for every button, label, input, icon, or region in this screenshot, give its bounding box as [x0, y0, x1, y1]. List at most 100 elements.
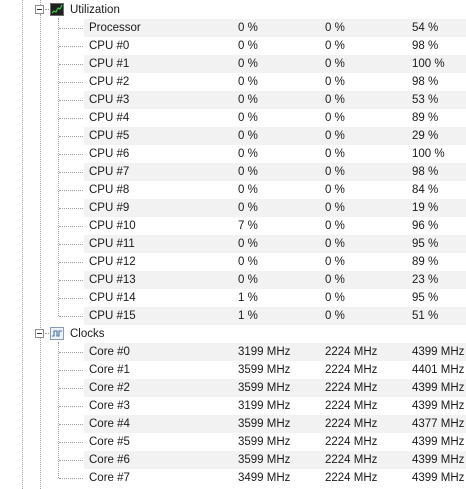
current-value: 3599 MHz [238, 364, 291, 376]
utilization-row[interactable]: CPU #14 1 % 0 % 95 % [0, 289, 466, 307]
utilization-row[interactable]: CPU #7 0 % 0 % 98 % [0, 163, 466, 181]
tree-connector [59, 352, 83, 353]
tree-connector [59, 46, 83, 47]
group-label-utilization: Utilization [70, 4, 120, 16]
current-value: 3599 MHz [238, 436, 291, 448]
utilization-row[interactable]: Processor 0 % 0 % 54 % [0, 19, 466, 37]
current-value: 0 % [238, 148, 258, 160]
sensor-name: CPU #5 [89, 130, 130, 142]
utilization-row[interactable]: CPU #12 0 % 0 % 89 % [0, 253, 466, 271]
min-value: 0 % [325, 148, 345, 160]
current-value: 0 % [238, 238, 258, 250]
row-background [84, 109, 466, 127]
sensor-name: CPU #14 [89, 292, 136, 304]
group-label-clocks: Clocks [70, 328, 105, 340]
sensor-name: Core #6 [89, 454, 130, 466]
clock-row[interactable]: Core #2 3599 MHz 2224 MHz 4399 MHz [0, 379, 466, 397]
min-value: 0 % [325, 184, 345, 196]
current-value: 3499 MHz [238, 472, 291, 484]
row-background [84, 181, 466, 199]
current-value: 3599 MHz [238, 382, 291, 394]
utilization-row[interactable]: CPU #2 0 % 0 % 98 % [0, 73, 466, 91]
max-value: 89 % [412, 256, 439, 268]
tree-connector [59, 262, 83, 263]
max-value: 100 % [412, 148, 445, 160]
min-value: 2224 MHz [325, 346, 378, 358]
collapse-toggle-utilization[interactable] [35, 5, 44, 14]
utilization-row[interactable]: CPU #9 0 % 0 % 19 % [0, 199, 466, 217]
min-value: 0 % [325, 166, 345, 178]
max-value: 4399 MHz [412, 436, 465, 448]
utilization-row[interactable]: CPU #13 0 % 0 % 23 % [0, 271, 466, 289]
min-value: 0 % [325, 58, 345, 70]
group-utilization[interactable]: Utilization [0, 1, 466, 19]
clock-row[interactable]: Core #5 3599 MHz 2224 MHz 4399 MHz [0, 433, 466, 451]
tree-connector [59, 100, 83, 101]
sensor-name: Core #7 [89, 472, 130, 484]
row-background [84, 19, 466, 37]
current-value: 0 % [238, 94, 258, 106]
utilization-row[interactable]: CPU #3 0 % 0 % 53 % [0, 91, 466, 109]
min-value: 0 % [325, 238, 345, 250]
clock-row[interactable]: Core #1 3599 MHz 2224 MHz 4401 MHz [0, 361, 466, 379]
sensor-name: Core #5 [89, 436, 130, 448]
utilization-row[interactable]: CPU #8 0 % 0 % 84 % [0, 181, 466, 199]
min-value: 0 % [325, 94, 345, 106]
utilization-row[interactable]: CPU #15 1 % 0 % 51 % [0, 307, 466, 325]
tree-connector [59, 280, 83, 281]
utilization-row[interactable]: CPU #6 0 % 0 % 100 % [0, 145, 466, 163]
min-value: 0 % [325, 310, 345, 322]
row-background [84, 91, 466, 109]
sensor-name: CPU #13 [89, 274, 136, 286]
tree-connector [59, 82, 83, 83]
current-value: 0 % [238, 256, 258, 268]
utilization-row[interactable]: CPU #0 0 % 0 % 98 % [0, 37, 466, 55]
utilization-row[interactable]: CPU #5 0 % 0 % 29 % [0, 127, 466, 145]
tree-connector [59, 244, 83, 245]
min-value: 0 % [325, 292, 345, 304]
sensor-name: CPU #15 [89, 310, 136, 322]
max-value: 89 % [412, 112, 439, 124]
current-value: 0 % [238, 130, 258, 142]
current-value: 0 % [238, 112, 258, 124]
clock-row[interactable]: Core #3 3199 MHz 2224 MHz 4399 MHz [0, 397, 466, 415]
current-value: 3199 MHz [238, 400, 291, 412]
max-value: 98 % [412, 76, 439, 88]
sensor-name: CPU #0 [89, 40, 130, 52]
clock-row[interactable]: Core #4 3599 MHz 2224 MHz 4377 MHz [0, 415, 466, 433]
current-value: 0 % [238, 58, 258, 70]
tree-connector [59, 298, 83, 299]
row-background [84, 199, 466, 217]
collapse-toggle-clocks[interactable] [35, 329, 44, 338]
row-background [84, 253, 466, 271]
max-value: 95 % [412, 238, 439, 250]
current-value: 0 % [238, 202, 258, 214]
utilization-row[interactable]: CPU #11 0 % 0 % 95 % [0, 235, 466, 253]
sensor-tree[interactable]: Utilization Processor 0 % 0 % 54 % CPU #0 0 %… [0, 0, 466, 489]
tree-connector [59, 406, 83, 407]
sensor-name: Core #2 [89, 382, 130, 394]
max-value: 4377 MHz [412, 418, 465, 430]
max-value: 96 % [412, 220, 439, 232]
max-value: 29 % [412, 130, 439, 142]
max-value: 95 % [412, 292, 439, 304]
utilization-row[interactable]: CPU #4 0 % 0 % 89 % [0, 109, 466, 127]
min-value: 2224 MHz [325, 454, 378, 466]
clock-row[interactable]: Core #6 3599 MHz 2224 MHz 4399 MHz [0, 451, 466, 469]
min-value: 0 % [325, 256, 345, 268]
sensor-name: CPU #9 [89, 202, 130, 214]
group-clocks[interactable]: Clocks [0, 325, 466, 343]
current-value: 3199 MHz [238, 346, 291, 358]
tree-connector [59, 28, 83, 29]
clock-row[interactable]: Core #0 3199 MHz 2224 MHz 4399 MHz [0, 343, 466, 361]
sensor-name: Core #4 [89, 418, 130, 430]
max-value: 53 % [412, 94, 439, 106]
current-value: 1 % [238, 292, 258, 304]
utilization-row[interactable]: CPU #1 0 % 0 % 100 % [0, 55, 466, 73]
clock-row[interactable]: Core #7 3499 MHz 2224 MHz 4399 MHz [0, 469, 466, 487]
tree-connector [59, 190, 83, 191]
sensor-name: CPU #4 [89, 112, 130, 124]
min-value: 2224 MHz [325, 400, 378, 412]
tree-connector [45, 333, 49, 334]
utilization-row[interactable]: CPU #10 7 % 0 % 96 % [0, 217, 466, 235]
